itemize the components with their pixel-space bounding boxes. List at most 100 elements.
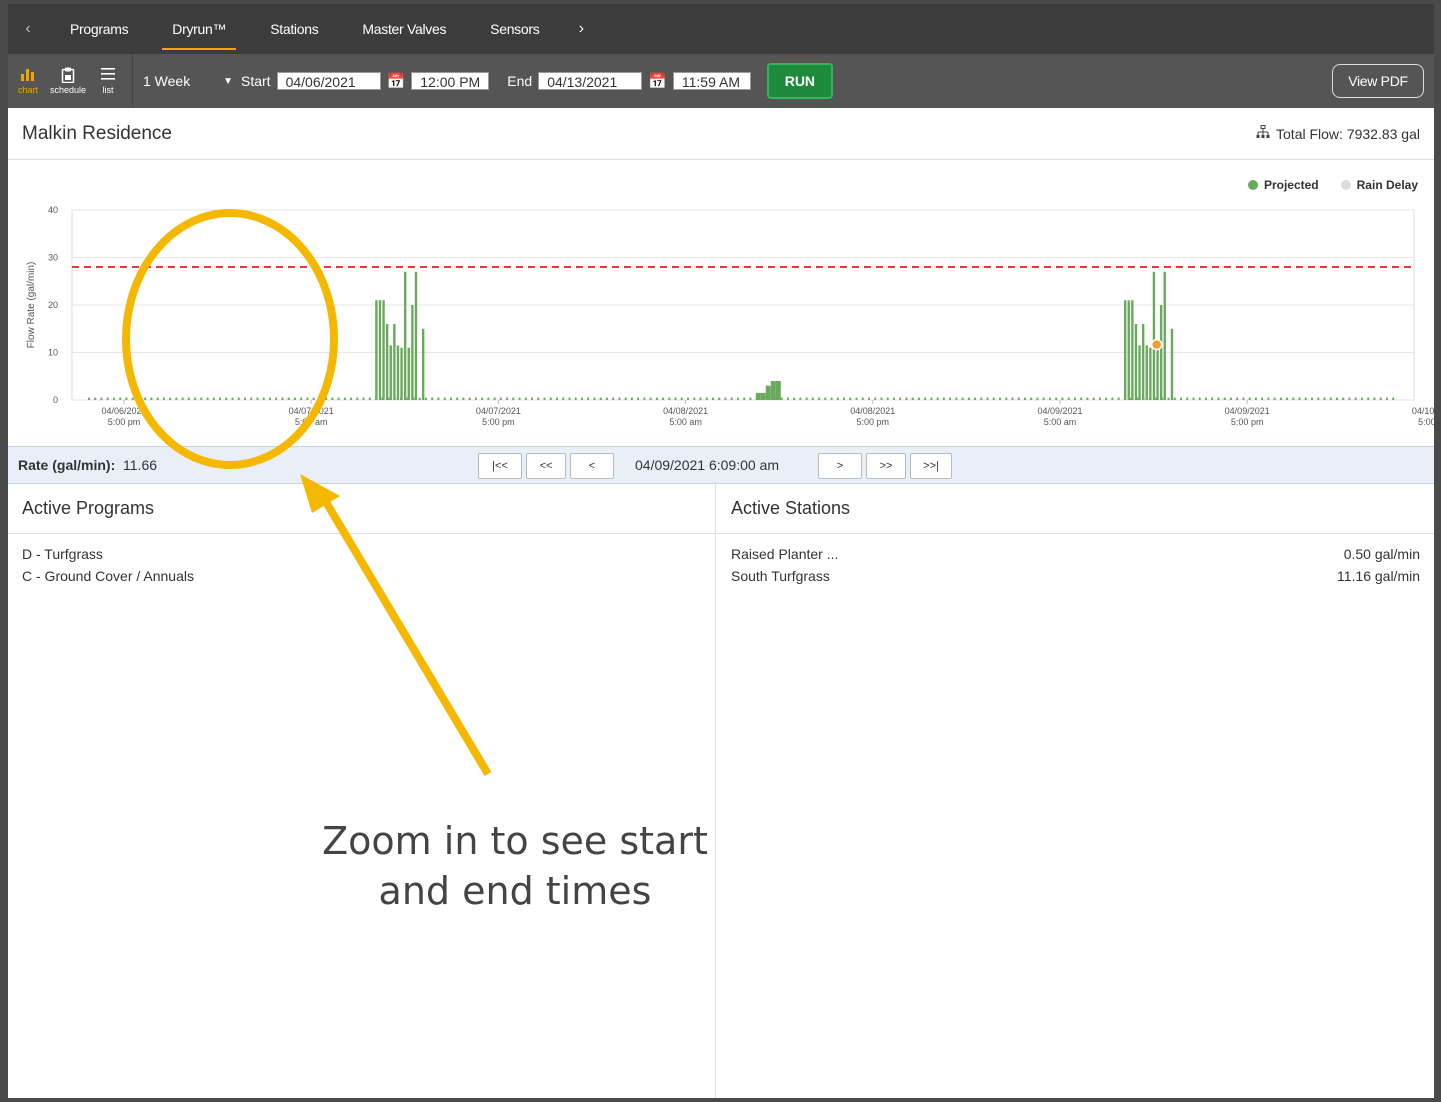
flow-bar[interactable] xyxy=(378,300,382,400)
list-view-label: list xyxy=(102,85,114,95)
flow-bar[interactable] xyxy=(760,392,766,400)
x-tick-label: 04/10/2021 xyxy=(1412,406,1434,416)
baseline-bar xyxy=(924,397,927,400)
flow-bar[interactable] xyxy=(1127,300,1130,400)
jump-forward-button[interactable]: >> xyxy=(866,453,906,479)
baseline-bar xyxy=(562,397,565,400)
baseline-bar xyxy=(680,397,683,400)
flow-bar[interactable] xyxy=(414,271,418,400)
flow-bar[interactable] xyxy=(1131,300,1134,400)
station-name: Raised Planter ... xyxy=(731,546,839,562)
flow-bar[interactable] xyxy=(1138,345,1141,400)
step-back-button[interactable]: < xyxy=(570,453,614,479)
baseline-bar xyxy=(231,397,234,400)
flow-chart[interactable]: 0 10 20 30 40 Flow Rate (gal/min) 04/06/2021 5:… xyxy=(8,160,1434,446)
flow-bar[interactable] xyxy=(1170,328,1174,400)
baseline-bar xyxy=(219,397,222,400)
list-item[interactable]: D - Turfgrass xyxy=(22,546,701,568)
jump-back-button[interactable]: << xyxy=(526,453,566,479)
flow-bar[interactable] xyxy=(393,324,396,400)
flow-bar[interactable] xyxy=(382,300,385,400)
flow-bar[interactable] xyxy=(1156,347,1159,400)
flow-bar[interactable] xyxy=(770,381,776,400)
list-view-button[interactable]: list xyxy=(88,54,128,108)
flow-bar[interactable] xyxy=(375,300,378,400)
legend-item-rain-delay[interactable]: Rain Delay xyxy=(1340,178,1418,192)
jump-last-button[interactable]: >>| xyxy=(910,453,952,479)
calendar-icon[interactable]: 📅 xyxy=(387,72,406,90)
flow-chart-svg[interactable]: 010203040Flow Rate (gal/min)04/06/20215:… xyxy=(8,160,1434,446)
baseline-bar xyxy=(281,397,284,400)
tab-stations[interactable]: Stations xyxy=(248,4,340,54)
flow-bar[interactable] xyxy=(1152,271,1156,400)
flow-bar[interactable] xyxy=(1149,347,1152,400)
chart-view-button[interactable]: chart xyxy=(8,54,48,108)
step-forward-button[interactable]: > xyxy=(818,453,862,479)
view-pdf-button[interactable]: View PDF xyxy=(1332,64,1424,98)
start-time-field[interactable]: 12:00 PM xyxy=(411,72,490,90)
end-date-field[interactable]: 04/13/2021 xyxy=(538,72,643,90)
flow-bar[interactable] xyxy=(1159,305,1163,400)
baseline-bar xyxy=(1304,397,1307,400)
baseline-bar xyxy=(1067,397,1070,400)
legend-label: Rain Delay xyxy=(1356,178,1418,192)
nav-prev-icon[interactable]: ‹ xyxy=(8,4,48,54)
baseline-bar xyxy=(911,397,914,400)
flow-bar[interactable] xyxy=(1123,300,1127,400)
list-item[interactable]: Raised Planter ... 0.50 gal/min xyxy=(731,546,1420,568)
baseline-bar xyxy=(312,397,315,400)
flow-bar[interactable] xyxy=(775,381,781,400)
baseline-bar xyxy=(543,397,546,400)
baseline-bar xyxy=(181,397,184,400)
flow-bar[interactable] xyxy=(1141,324,1145,400)
flow-bar[interactable] xyxy=(396,345,400,400)
flow-bar[interactable] xyxy=(765,385,771,400)
flow-bar[interactable] xyxy=(407,347,410,400)
range-select[interactable]: 1 Week ▼ xyxy=(143,73,233,89)
tab-programs[interactable]: Programs xyxy=(48,4,150,54)
end-time-field[interactable]: 11:59 AM xyxy=(672,72,751,90)
flow-bar[interactable] xyxy=(755,392,761,400)
baseline-bar xyxy=(886,397,889,400)
baseline-bar xyxy=(980,397,983,400)
baseline-bar xyxy=(1092,397,1095,400)
schedule-view-button[interactable]: schedule xyxy=(48,54,88,108)
legend-item-projected[interactable]: Projected xyxy=(1247,178,1319,192)
baseline-bar xyxy=(106,397,109,400)
baseline-bar xyxy=(449,397,452,400)
site-name: Malkin Residence xyxy=(22,122,172,144)
flow-bar[interactable] xyxy=(421,328,425,400)
tab-dryrun[interactable]: Dryrun™ xyxy=(150,4,248,54)
flow-bar[interactable] xyxy=(411,305,414,400)
annotation-text: Zoom in to see start and end times xyxy=(300,816,730,916)
flow-bar[interactable] xyxy=(1145,345,1148,400)
x-tick-label: 04/07/2021 xyxy=(289,406,334,416)
list-item[interactable]: South Turfgrass 11.16 gal/min xyxy=(731,568,1420,590)
flow-bar[interactable] xyxy=(389,345,392,400)
baseline-bar xyxy=(1329,397,1332,400)
baseline-bar xyxy=(793,397,796,400)
baseline-bar xyxy=(1229,397,1232,400)
flow-bar[interactable] xyxy=(1163,271,1166,400)
jump-first-button[interactable]: |<< xyxy=(478,453,522,479)
flow-bar[interactable] xyxy=(1134,324,1138,400)
station-rate: 0.50 gal/min xyxy=(1343,546,1420,562)
tab-master-valves[interactable]: Master Valves xyxy=(340,4,468,54)
calendar-icon[interactable]: 📅 xyxy=(648,72,667,90)
tab-sensors[interactable]: Sensors xyxy=(468,4,561,54)
flow-bar[interactable] xyxy=(403,271,407,400)
baseline-bar xyxy=(244,397,246,400)
list-item[interactable]: C - Ground Cover / Annuals xyxy=(22,568,701,590)
selection-marker[interactable] xyxy=(1150,338,1163,351)
baseline-bar xyxy=(718,397,721,400)
baseline-bar xyxy=(493,397,496,400)
flow-bar[interactable] xyxy=(400,347,403,400)
baseline-bar xyxy=(618,397,621,400)
start-date-field[interactable]: 04/06/2021 xyxy=(276,72,381,90)
baseline-bar xyxy=(674,397,677,400)
baseline-bar xyxy=(1105,397,1108,400)
run-button[interactable]: RUN xyxy=(766,63,833,99)
flow-bar[interactable] xyxy=(385,324,389,400)
nav-next-icon[interactable]: › xyxy=(561,4,601,54)
baseline-bar xyxy=(1286,397,1289,400)
